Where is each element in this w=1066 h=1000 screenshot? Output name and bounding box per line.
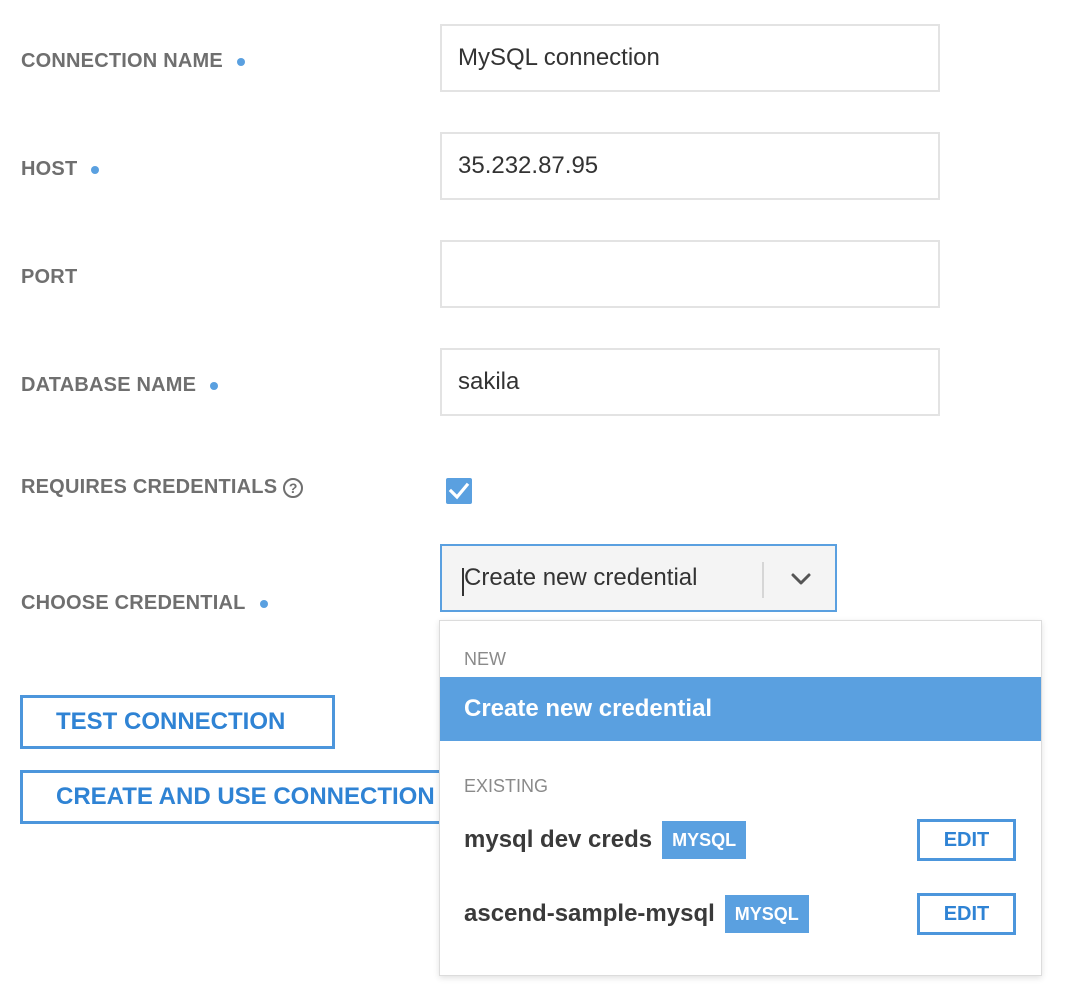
credential-type-badge: MYSQL <box>662 821 747 859</box>
edit-credential-button-label: EDIT <box>943 902 990 925</box>
requires-credentials-label-text: REQUIRES CREDENTIALS <box>21 476 278 498</box>
question-circle-icon[interactable]: ? <box>283 477 304 498</box>
required-dot-icon <box>91 165 100 174</box>
test-connection-button[interactable]: TEST CONNECTION <box>20 695 335 749</box>
port-label: PORT <box>21 266 77 289</box>
credential-name: ascend-sample-mysql <box>464 900 715 927</box>
edit-credential-button-label: EDIT <box>943 828 990 851</box>
host-input[interactable]: 35.232.87.95 <box>440 132 940 200</box>
port-label-text: PORT <box>21 266 78 288</box>
database-name-value: sakila <box>458 368 520 395</box>
connection-name-label-text: CONNECTION NAME <box>21 50 223 72</box>
required-dot-icon <box>259 599 268 608</box>
database-name-input[interactable]: sakila <box>440 348 940 416</box>
check-icon <box>448 482 470 500</box>
test-connection-button-label: TEST CONNECTION <box>56 708 286 735</box>
option-existing-credential[interactable]: mysql dev creds MYSQL <box>464 820 747 860</box>
port-input[interactable] <box>440 240 940 308</box>
credential-dropdown-menu: NEW Create new credential EXISTING mysql… <box>439 620 1042 976</box>
required-dot-icon <box>236 57 245 66</box>
connection-name-label: CONNECTION NAME <box>21 50 245 73</box>
edit-credential-button[interactable]: EDIT <box>917 893 1016 935</box>
host-label-text: HOST <box>21 158 78 180</box>
host-label: HOST <box>21 158 100 181</box>
credential-select-value: Create new credential <box>464 564 698 591</box>
credential-name: mysql dev creds <box>464 826 653 853</box>
connection-name-input[interactable]: MySQL connection <box>440 24 940 92</box>
create-and-use-connection-button-label: CREATE AND USE CONNECTION <box>56 783 435 810</box>
option-create-new-credential[interactable]: Create new credential <box>440 677 1041 741</box>
choose-credential-label: CHOOSE CREDENTIAL <box>21 592 268 615</box>
group-header-existing: EXISTING <box>464 776 549 796</box>
choose-credential-label-text: CHOOSE CREDENTIAL <box>21 592 246 614</box>
option-existing-credential[interactable]: ascend-sample-mysql MYSQL <box>464 894 809 934</box>
required-dot-icon <box>210 381 219 390</box>
chevron-down-icon[interactable] <box>786 564 816 594</box>
create-and-use-connection-button[interactable]: CREATE AND USE CONNECTION <box>20 770 460 824</box>
group-header-new: NEW <box>464 649 506 669</box>
requires-credentials-label: REQUIRES CREDENTIALS ? <box>21 476 304 499</box>
database-name-label-text: DATABASE NAME <box>21 374 197 396</box>
option-create-new-credential-label: Create new credential <box>464 695 713 722</box>
database-name-label: DATABASE NAME <box>21 374 219 397</box>
edit-credential-button[interactable]: EDIT <box>917 819 1016 861</box>
credential-type-badge: MYSQL <box>724 895 809 933</box>
select-divider <box>762 562 764 598</box>
credential-select[interactable]: Create new credential <box>440 544 837 612</box>
connection-name-value: MySQL connection <box>458 44 660 71</box>
requires-credentials-checkbox[interactable] <box>446 478 472 504</box>
host-value: 35.232.87.95 <box>458 152 599 179</box>
